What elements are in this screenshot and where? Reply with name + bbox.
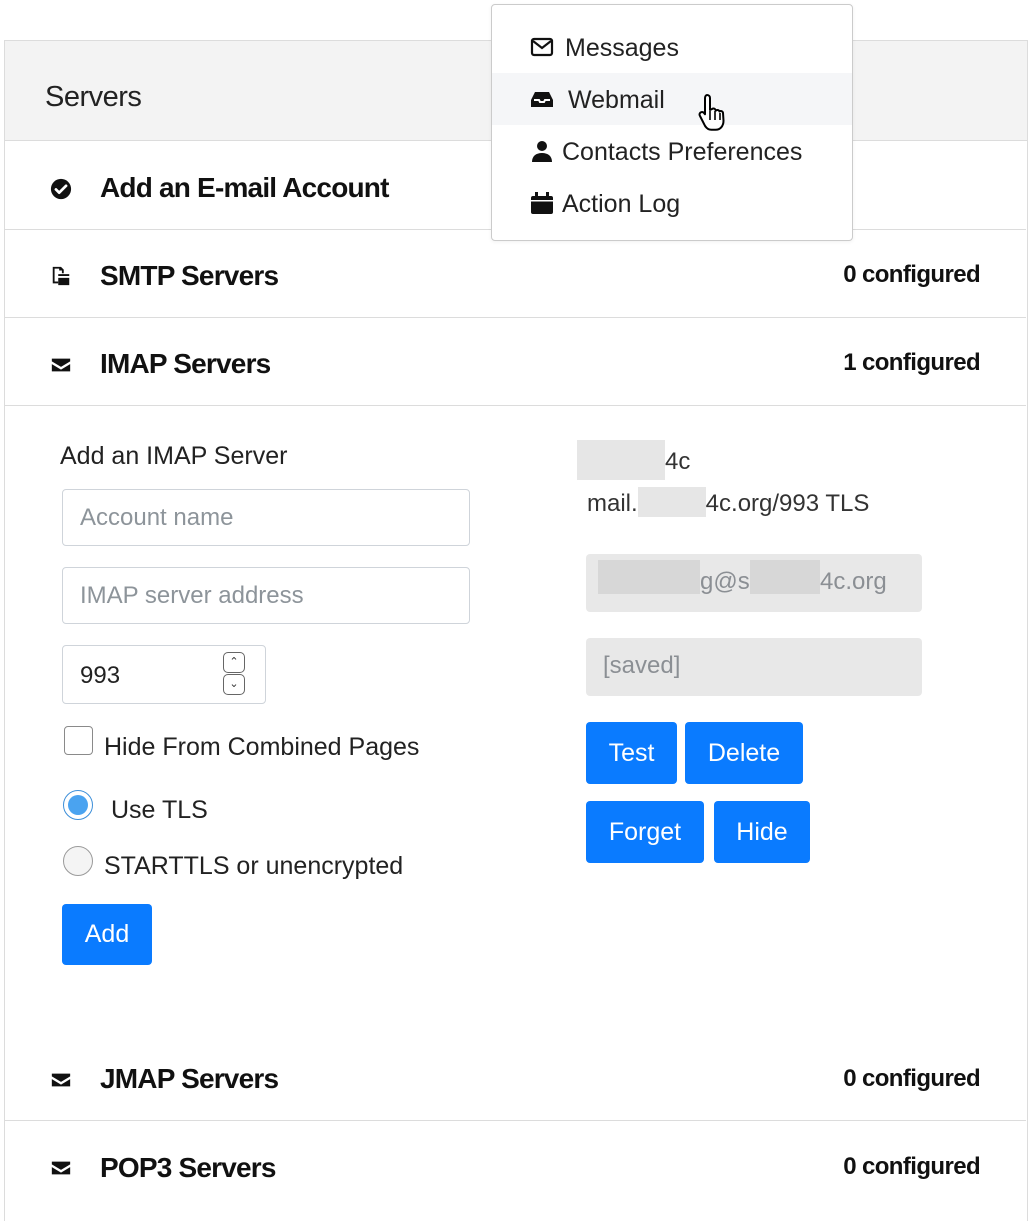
forget-button[interactable]: Forget <box>586 801 704 863</box>
menu-item-label: Messages <box>565 34 679 62</box>
configured-count: 0 configured <box>843 1153 980 1180</box>
section-pop3-servers[interactable]: POP3 Servers 0 configured <box>4 1121 1026 1207</box>
inbox-icon <box>531 92 553 107</box>
use-tls-radio[interactable] <box>63 790 93 820</box>
section-label: Add an E-mail Account <box>100 172 389 203</box>
port-input[interactable]: 993 ⌃ ⌄ <box>62 645 266 704</box>
starttls-label: STARTTLS or unencrypted <box>104 852 404 880</box>
menu-item-webmail[interactable]: Webmail <box>492 73 852 125</box>
dropdown-menu: Messages Webmail Contacts Preferences Ac… <box>491 4 853 241</box>
hide-button[interactable]: Hide <box>714 801 810 863</box>
chevron-down-icon[interactable]: ⌄ <box>223 674 245 695</box>
port-stepper[interactable]: ⌃ ⌄ <box>223 652 245 696</box>
delete-button[interactable]: Delete <box>685 722 803 784</box>
calendar-icon <box>531 192 553 214</box>
configured-count: 1 configured <box>843 349 980 376</box>
test-button[interactable]: Test <box>586 722 677 784</box>
section-label: SMTP Servers <box>100 260 279 291</box>
hide-combined-label: Hide From Combined Pages <box>104 733 420 761</box>
section-smtp-servers[interactable]: SMTP Servers 0 configured <box>4 230 1026 318</box>
configured-count: 0 configured <box>843 261 980 288</box>
menu-item-label: Contacts Preferences <box>562 138 803 166</box>
chevron-up-icon[interactable]: ⌃ <box>223 652 245 673</box>
envelope-outline-icon <box>530 37 554 57</box>
account-name-input[interactable] <box>62 489 470 546</box>
menu-item-messages[interactable]: Messages <box>492 21 852 73</box>
section-label: POP3 Servers <box>100 1152 276 1183</box>
section-label: JMAP Servers <box>100 1063 279 1094</box>
hand-cursor-icon <box>698 94 725 131</box>
password-field[interactable]: [saved] <box>586 638 922 696</box>
menu-item-action-log[interactable]: Action Log <box>492 177 852 229</box>
account-name: 4c <box>665 448 691 475</box>
envelope-icon <box>51 1073 71 1087</box>
menu-item-label: Webmail <box>568 86 665 114</box>
user-icon <box>532 141 552 162</box>
menu-item-contacts-preferences[interactable]: Contacts Preferences <box>492 125 852 177</box>
check-circle-icon <box>50 178 72 200</box>
section-jmap-servers[interactable]: JMAP Servers 0 configured <box>4 1032 1026 1121</box>
configured-count: 0 configured <box>843 1065 980 1092</box>
imap-server-address-input[interactable] <box>62 567 470 624</box>
starttls-radio[interactable] <box>63 846 93 876</box>
account-host: mail. 4c.org/993 TLS <box>587 487 869 518</box>
add-imap-heading: Add an IMAP Server <box>60 442 288 470</box>
add-button[interactable]: Add <box>62 904 152 965</box>
redacted-area <box>577 440 665 480</box>
section-imap-servers[interactable]: IMAP Servers 1 configured <box>4 318 1026 406</box>
envelope-icon <box>51 358 71 372</box>
section-label: IMAP Servers <box>100 348 271 379</box>
file-export-icon <box>52 266 70 286</box>
hide-combined-checkbox[interactable] <box>64 726 93 755</box>
use-tls-label: Use TLS <box>111 796 208 824</box>
port-value: 993 <box>80 662 121 689</box>
menu-item-label: Action Log <box>562 190 681 218</box>
envelope-icon <box>51 1161 71 1175</box>
username-field[interactable]: g@s 4c.org <box>586 554 922 612</box>
